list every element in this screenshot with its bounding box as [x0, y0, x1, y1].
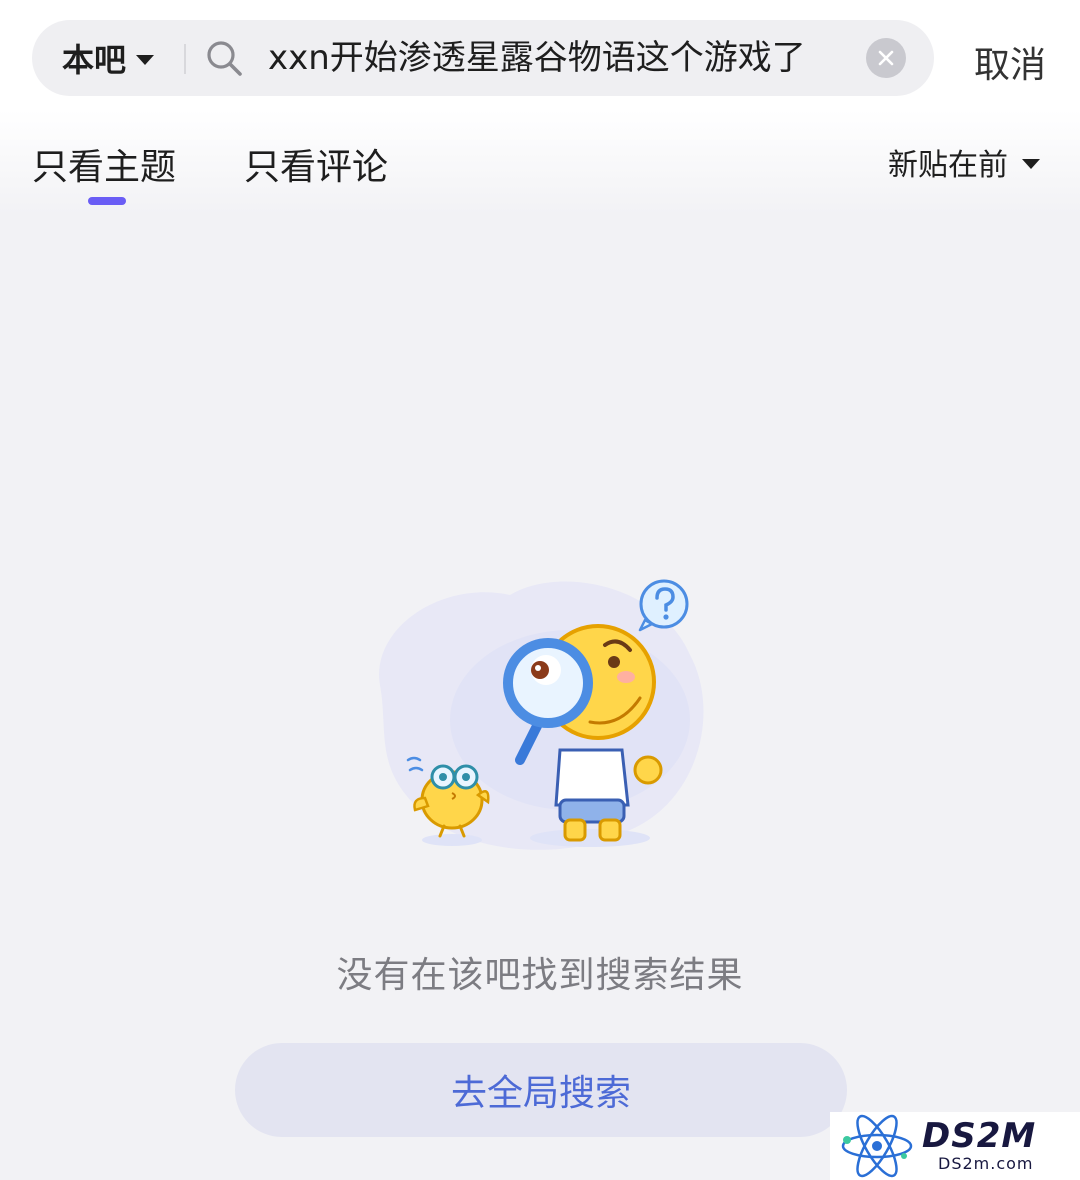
- question-bubble-icon: [638, 579, 689, 632]
- search-icon: [207, 41, 242, 76]
- empty-state-message: 没有在该吧找到搜索结果: [336, 955, 744, 996]
- clear-icon: [878, 50, 894, 66]
- clear-button[interactable]: [866, 38, 906, 78]
- watermark-title: DS2M: [922, 1116, 1037, 1156]
- sort-dropdown[interactable]: 新贴在前: [888, 140, 1040, 184]
- tab-topics[interactable]: 只看主题: [32, 138, 176, 190]
- atom-logo-icon: [841, 1114, 913, 1178]
- search-divider: [184, 44, 186, 74]
- search-input[interactable]: xxn开始渗透星露谷物语这个游戏了: [268, 20, 848, 96]
- watermark-url: DS2m.com: [938, 1154, 1034, 1173]
- scope-label: 本吧: [62, 41, 127, 79]
- tab-comments[interactable]: 只看评论: [244, 138, 388, 190]
- chevron-down-icon: [1022, 159, 1040, 169]
- empty-illustration: [379, 579, 704, 850]
- tab-active-indicator: [88, 197, 126, 205]
- cancel-button[interactable]: 取消: [974, 36, 1046, 88]
- scope-selector[interactable]: 本吧: [62, 20, 155, 96]
- chevron-down-icon: [136, 55, 155, 65]
- sort-label: 新贴在前: [888, 148, 1008, 183]
- global-search-button[interactable]: 去全局搜索: [235, 1043, 847, 1137]
- search-bar: 本吧 xxn开始渗透星露谷物语这个游戏了: [32, 20, 934, 96]
- watermark: DS2M DS2m.com: [830, 1112, 1080, 1180]
